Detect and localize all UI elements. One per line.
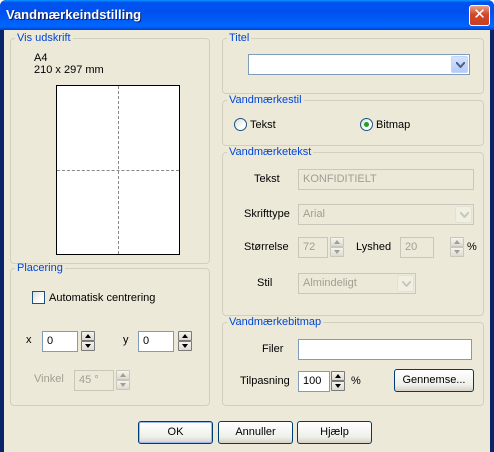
font-combo[interactable]: Arial xyxy=(298,204,474,225)
chevron-down-icon xyxy=(402,281,411,287)
font-style-combo[interactable]: Almindeligt xyxy=(298,273,416,294)
scale-spin-down[interactable] xyxy=(331,381,345,391)
browse-button[interactable]: Gennemse... xyxy=(394,369,474,392)
chevron-down-icon xyxy=(460,212,469,218)
title-legend: Titel xyxy=(229,32,250,44)
y-label: y xyxy=(123,334,129,346)
opacity-input[interactable]: 20 xyxy=(400,237,434,258)
opacity-unit: % xyxy=(467,241,477,253)
opacity-label: Lyshed xyxy=(356,241,392,253)
opacity-spin-down[interactable] xyxy=(450,247,464,257)
y-spin-up[interactable] xyxy=(178,331,192,341)
preview-horizontal-guide xyxy=(57,170,179,171)
style-label: Stil xyxy=(257,277,273,289)
angle-spinner[interactable] xyxy=(116,370,130,391)
y-spinner[interactable] xyxy=(178,331,192,352)
placement-legend: Placering xyxy=(17,262,63,274)
preview-legend: Vis udskrift xyxy=(17,32,71,44)
x-label: x xyxy=(26,334,32,346)
size-spin-up[interactable] xyxy=(330,237,344,247)
x-spin-down[interactable] xyxy=(81,341,95,351)
size-input[interactable]: 72 xyxy=(298,237,328,258)
scale-spinner[interactable] xyxy=(331,371,345,392)
y-spin-down[interactable] xyxy=(178,341,192,351)
size-spinner[interactable] xyxy=(330,237,344,258)
paper-name: A4 xyxy=(34,52,48,64)
size-spin-down[interactable] xyxy=(330,247,344,257)
watermark-bitmap-group: Vandmærkebitmap xyxy=(222,316,484,406)
cancel-button[interactable]: Annuller xyxy=(218,421,293,444)
angle-spin-down[interactable] xyxy=(116,380,130,390)
dialog-client-area: Vis udskrift A4 210 x 297 mm Placering A… xyxy=(4,30,490,452)
style-bitmap-label[interactable]: Bitmap xyxy=(376,119,410,131)
file-label: Filer xyxy=(262,343,284,355)
page-preview xyxy=(56,85,180,255)
font-style-dropdown-button[interactable] xyxy=(397,275,414,292)
font-label: Skrifttype xyxy=(244,208,290,220)
size-label: Størrelse xyxy=(244,241,289,253)
auto-center-checkbox[interactable] xyxy=(32,291,45,304)
angle-input[interactable]: 45 ° xyxy=(74,370,114,391)
scale-input[interactable]: 100 xyxy=(298,371,330,392)
close-button[interactable]: ✕ xyxy=(469,5,490,26)
window-title: Vandmærkeindstilling xyxy=(6,7,142,22)
x-spin-up[interactable] xyxy=(81,331,95,341)
angle-label: Vinkel xyxy=(34,373,64,385)
x-spinner[interactable] xyxy=(81,331,95,352)
font-dropdown-button[interactable] xyxy=(455,206,472,223)
auto-center-label[interactable]: Automatisk centrering xyxy=(49,292,155,304)
y-input[interactable]: 0 xyxy=(138,331,174,352)
watermark-style-legend: Vandmærkestil xyxy=(229,94,302,106)
title-combo[interactable] xyxy=(248,54,470,75)
chevron-down-icon xyxy=(456,62,465,68)
style-bitmap-radio[interactable] xyxy=(360,118,373,131)
file-input[interactable] xyxy=(298,339,472,360)
scale-label: Tilpasning xyxy=(240,375,290,387)
opacity-spin-up[interactable] xyxy=(450,237,464,247)
title-bar[interactable]: Vandmærkeindstilling ✕ xyxy=(0,0,494,30)
watermark-bitmap-legend: Vandmærkebitmap xyxy=(229,316,322,328)
watermark-text-legend: Vandmærketekst xyxy=(229,146,312,158)
title-dropdown-button[interactable] xyxy=(451,56,468,73)
x-input[interactable]: 0 xyxy=(42,331,78,352)
ok-button[interactable]: OK xyxy=(138,421,213,444)
watermark-text-input[interactable]: KONFIDITIELT xyxy=(298,169,474,190)
scale-spin-up[interactable] xyxy=(331,371,345,381)
opacity-spinner[interactable] xyxy=(450,237,464,258)
paper-size: 210 x 297 mm xyxy=(34,64,104,76)
angle-spin-up[interactable] xyxy=(116,370,130,380)
text-label: Tekst xyxy=(254,173,280,185)
style-text-label[interactable]: Tekst xyxy=(250,119,276,131)
help-button[interactable]: Hjælp xyxy=(297,421,372,444)
style-text-radio[interactable] xyxy=(234,118,247,131)
watermark-settings-dialog: Vandmærkeindstilling ✕ Vis udskrift A4 2… xyxy=(0,0,494,452)
scale-unit: % xyxy=(351,375,361,387)
close-icon: ✕ xyxy=(473,6,486,23)
